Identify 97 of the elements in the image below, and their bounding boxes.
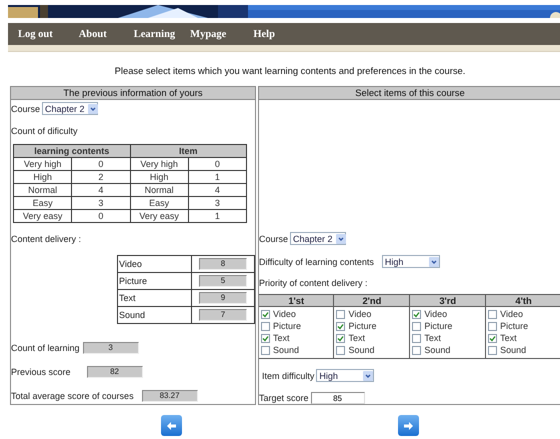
score-input[interactable]: 85 [310,392,365,404]
column-header: 4'th [486,294,560,306]
right-arrow-icon [402,420,415,430]
checkbox[interactable] [336,346,346,354]
checkbox-option[interactable]: Video [336,308,408,320]
field-label: Total average score of courses [11,391,134,401]
field-label: Target score [259,393,309,403]
left-arrow-icon [165,420,178,430]
nav-link[interactable]: Help [253,28,275,40]
panel-header: Select items of this course [259,87,560,100]
checkbox[interactable] [412,310,422,318]
checkbox-option[interactable]: Video [488,308,559,320]
table-cell: High [14,170,72,184]
table-cell: Picture [118,272,192,290]
checkbox-option[interactable]: Sound [412,344,484,356]
checkbox-option[interactable]: Picture [488,320,559,332]
table-cell: 0 [72,158,130,170]
section-label: Content delivery : [11,234,82,244]
checkbox[interactable] [488,334,498,342]
table-cell: Very easy [14,210,72,222]
checkbox[interactable] [261,322,270,330]
section-label: Count of dificulty [11,126,78,136]
value-field: 8 [199,258,247,270]
value-field: 82 [86,366,143,378]
checkbox-option[interactable]: Picture [412,320,484,332]
checkbox-option[interactable]: Video [412,308,484,320]
checkbox-option[interactable]: Text [412,332,484,344]
difficulty-select[interactable]: High [382,255,440,268]
table-header: Item [130,144,246,158]
checkbox-option[interactable]: Sound [261,344,332,356]
table-cell: Text [118,290,192,306]
table-cell: 0 [188,158,246,170]
table-cell: High [130,170,188,184]
table-cell: 3 [188,196,246,210]
checkbox[interactable] [488,310,498,318]
table-cell: Video [118,256,192,272]
table-header: learning contents [14,144,130,158]
table-cell: Very high [130,158,188,170]
table-cell: Very high [14,158,72,170]
column-header: 3'rd [410,294,486,306]
instruction-text: Please select items which you want learning contents and preferences in the course. [114,65,466,76]
table-cell: 4 [188,184,246,196]
table-cell: 1 [188,210,246,222]
checkbox-option[interactable]: Picture [261,320,332,332]
checkbox-option[interactable]: Text [336,332,408,344]
nav-link[interactable]: Learning [134,28,176,40]
checkbox[interactable] [412,334,422,342]
value-field: 5 [199,275,247,287]
table-cell: Very easy [130,210,188,222]
table-cell: 2 [72,170,130,184]
checkbox-option[interactable]: Text [261,332,332,344]
table-cell: Easy [14,196,72,210]
course-select[interactable]: Chapter 2 [290,232,346,245]
checkbox[interactable] [488,346,498,354]
column-header: 2'nd [334,294,410,306]
field-label: Previous score [11,367,71,377]
checkbox[interactable] [336,322,346,330]
table-cell: 3 [72,196,130,210]
checkbox[interactable] [336,334,346,342]
field-label: Count of learning [11,343,80,353]
nav-link[interactable]: Log out [18,28,53,40]
checkbox[interactable] [261,346,270,354]
value-field: 83.27 [142,390,198,402]
panel-header: The previous information of yours [11,87,255,100]
checkbox[interactable] [336,310,346,318]
table-cell: Sound [118,306,192,324]
back-button[interactable] [161,415,182,436]
checkbox[interactable] [412,322,422,330]
table-cell: 1 [188,170,246,184]
field-label: Item difficulty [262,370,314,380]
next-button[interactable] [398,415,419,436]
table-cell: Normal [14,184,72,196]
value-field: 3 [82,342,139,354]
checkbox-option[interactable]: Text [488,332,559,344]
checkbox[interactable] [412,346,422,354]
checkbox[interactable] [261,334,270,342]
checkbox[interactable] [488,322,498,330]
table-cell: 4 [72,184,130,196]
section-label: Priority of content delivery : [259,278,368,288]
course-select[interactable]: Chapter 2 [42,102,98,115]
checkbox-option[interactable]: Picture [336,320,408,332]
value-field: 7 [199,309,247,321]
table-cell: Normal [130,184,188,196]
value-field: 9 [199,292,247,304]
column-header: 1'st [259,294,334,306]
field-label: Course [259,234,288,244]
field-label: Course [11,104,40,114]
checkbox-option[interactable]: Sound [488,344,559,356]
table-cell: Easy [130,196,188,210]
field-label: Difficulty of learning contents [259,256,374,266]
table-cell: 0 [72,210,130,222]
checkbox[interactable] [261,310,270,318]
difficulty-select[interactable]: High [316,369,374,382]
nav-link[interactable]: About [78,28,107,40]
checkbox-option[interactable]: Sound [336,344,408,356]
nav-link[interactable]: Mypage [190,28,226,40]
checkbox-option[interactable]: Video [261,308,332,320]
